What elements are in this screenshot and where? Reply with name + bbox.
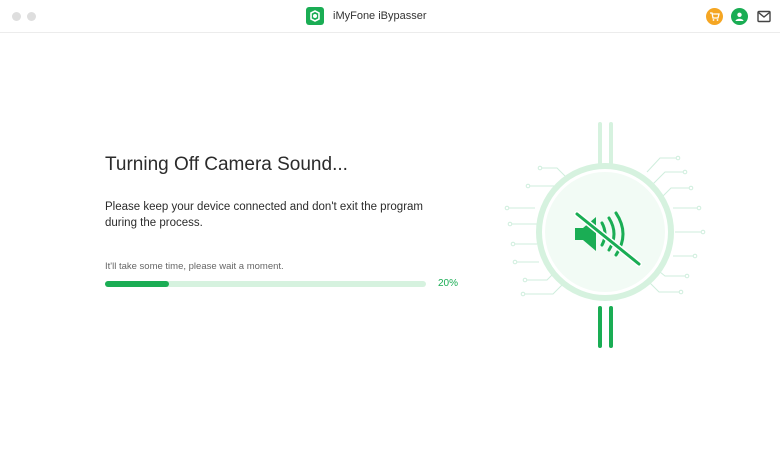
app-logo-icon [306, 7, 324, 25]
cart-icon[interactable] [706, 8, 723, 25]
progress-bar [105, 281, 426, 287]
progress-fill [105, 281, 170, 287]
wait-note: It'll take some time, please wait a mome… [105, 261, 284, 272]
app-title-group: iMyFone iBypasser [306, 7, 427, 25]
speaker-muted-illustration [504, 122, 706, 348]
title-bar: iMyFone iBypasser [0, 0, 780, 33]
mail-icon[interactable] [757, 10, 771, 23]
app-title: iMyFone iBypasser [333, 10, 427, 22]
close-window-button[interactable] [12, 12, 21, 21]
page-title: Turning Off Camera Sound... [105, 154, 348, 175]
bottom-connector-lines [598, 306, 613, 348]
instruction-text: Please keep your device connected and do… [105, 201, 424, 229]
user-icon[interactable] [731, 8, 748, 25]
progress-percent: 20% [438, 278, 459, 289]
minimize-window-button[interactable] [27, 12, 36, 21]
